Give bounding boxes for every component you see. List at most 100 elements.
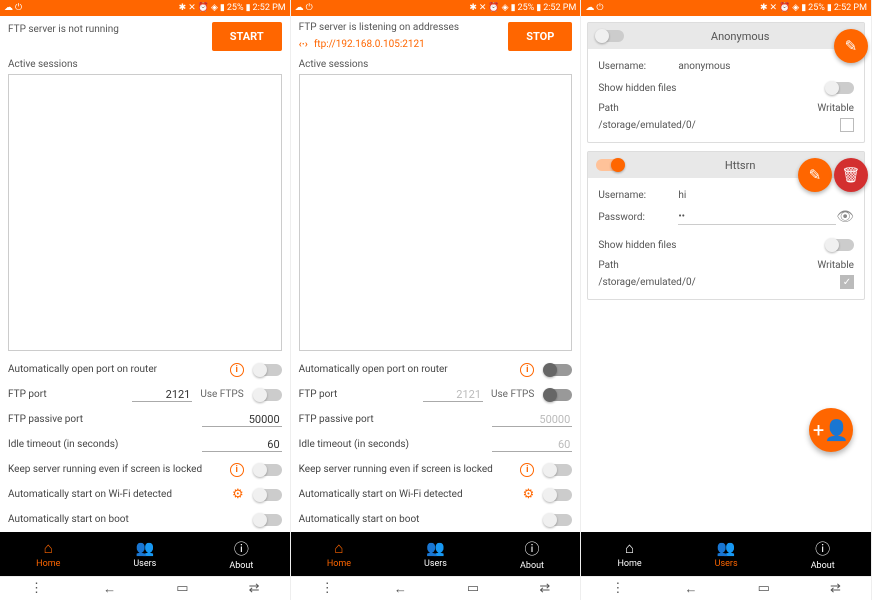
stop-button[interactable]: STOP [508, 22, 572, 51]
clock: 2:52 PM [253, 3, 286, 13]
hidden-files-toggle[interactable] [826, 239, 854, 251]
menu-key[interactable]: ⋮ [30, 581, 43, 596]
hidden-files-toggle[interactable] [826, 82, 854, 94]
auto-boot-toggle[interactable] [254, 514, 282, 526]
home-key[interactable]: ▭ [467, 581, 479, 596]
users-icon: 👥 [717, 539, 736, 557]
auto-boot-label: Automatically start on boot [8, 514, 250, 525]
nav-home[interactable]: ⌂Home [581, 532, 678, 576]
auto-wifi-toggle[interactable] [544, 489, 572, 501]
path-label: Path [598, 260, 618, 271]
users-icon: 👥 [426, 539, 445, 557]
edit-user-button[interactable]: ✎ [798, 158, 832, 192]
nav-users[interactable]: 👥Users [387, 532, 484, 576]
keep-running-toggle[interactable] [544, 464, 572, 476]
gear-icon[interactable]: ⚙ [523, 487, 535, 502]
signal-icon: ▮ [220, 3, 225, 13]
writable-checkbox[interactable]: ✓ [840, 275, 854, 289]
ftp-port-input[interactable]: 2121 [132, 388, 192, 402]
delete-user-button[interactable]: 🗑 [834, 158, 868, 192]
status-bar: ☁⏻ ✱ ✕ ⏰ ◈ ▮ 25% ▮ 2:52 PM [581, 0, 871, 16]
keep-running-toggle[interactable] [254, 464, 282, 476]
auto-wifi-label: Automatically start on Wi-Fi detected [8, 489, 232, 500]
battery-pct: 25% [518, 3, 535, 13]
idle-timeout-label: Idle timeout (in seconds) [299, 439, 493, 450]
password-value[interactable]: •• [678, 209, 836, 225]
mute-icon: ✕ [188, 3, 196, 13]
edit-user-button[interactable]: ✎ [834, 29, 868, 63]
power-icon: ⏻ [596, 3, 603, 13]
path-value: /storage/emulated/0/ [598, 120, 840, 131]
back-key[interactable]: ← [684, 581, 697, 597]
cloud-icon: ☁ [4, 3, 13, 13]
nav-users[interactable]: 👥Users [678, 532, 775, 576]
clock: 2:52 PM [834, 3, 867, 13]
info-icon[interactable]: i [230, 363, 244, 377]
home-key[interactable]: ▭ [176, 581, 188, 596]
recent-key[interactable]: ⇄ [249, 581, 260, 596]
info-icon[interactable]: i [230, 463, 244, 477]
ftps-toggle[interactable] [544, 389, 572, 401]
username-value: hi [678, 190, 854, 201]
bottom-nav: ⌂Home 👥Users ⓘAbout [581, 532, 871, 576]
power-icon: ⏻ [15, 3, 22, 13]
passive-port-input: 50000 [492, 413, 572, 427]
nav-home[interactable]: ⌂Home [291, 532, 388, 576]
keep-running-label: Keep server running even if screen is lo… [8, 464, 230, 475]
nav-about[interactable]: ⓘAbout [484, 532, 581, 576]
username-label: Username: [598, 190, 678, 201]
menu-key[interactable]: ⋮ [321, 581, 334, 596]
pencil-icon: ✎ [845, 37, 858, 55]
clock: 2:52 PM [543, 3, 576, 13]
nav-users[interactable]: 👥Users [97, 532, 194, 576]
battery-icon: ▮ [246, 3, 251, 13]
cloud-icon: ☁ [585, 3, 594, 13]
writable-checkbox[interactable] [840, 118, 854, 132]
server-address-link[interactable]: ‹·› ftp://192.168.0.105:2121 [299, 39, 503, 50]
back-key[interactable]: ← [394, 581, 407, 597]
passive-port-label: FTP passive port [8, 414, 202, 425]
sessions-list [299, 74, 573, 351]
home-key[interactable]: ▭ [758, 581, 770, 596]
active-sessions-label: Active sessions [291, 57, 581, 72]
menu-key[interactable]: ⋮ [611, 581, 624, 596]
recent-key[interactable]: ⇄ [830, 581, 841, 596]
start-button[interactable]: START [212, 22, 282, 51]
eye-icon[interactable]: 👁 [836, 209, 854, 225]
nav-home[interactable]: ⌂Home [0, 532, 97, 576]
about-icon: ⓘ [815, 538, 830, 559]
battery-pct: 25% [808, 3, 825, 13]
bluetooth-icon: ✱ [469, 3, 477, 13]
auto-wifi-toggle[interactable] [254, 489, 282, 501]
status-bar: ☁⏻ ✱ ✕ ⏰ ◈ ▮ 25% ▮ 2:52 PM [0, 0, 290, 16]
auto-boot-toggle[interactable] [544, 514, 572, 526]
info-icon[interactable]: i [520, 463, 534, 477]
server-address: ftp://192.168.0.105:2121 [314, 39, 425, 50]
auto-wifi-label: Automatically start on Wi-Fi detected [299, 489, 523, 500]
user-enable-toggle[interactable] [596, 30, 624, 42]
info-icon[interactable]: i [520, 363, 534, 377]
ftps-toggle[interactable] [254, 389, 282, 401]
ftp-port-label: FTP port [299, 389, 423, 400]
idle-timeout-input[interactable]: 60 [202, 438, 282, 452]
back-key[interactable]: ← [103, 581, 116, 597]
auto-port-label: Automatically open port on router [8, 364, 230, 375]
auto-port-toggle[interactable] [544, 364, 572, 376]
bottom-nav: ⌂Home 👥Users ⓘAbout [0, 532, 290, 576]
user-enable-toggle[interactable] [596, 159, 624, 171]
about-icon: ⓘ [234, 538, 249, 559]
cloud-icon: ☁ [295, 3, 304, 13]
nav-about[interactable]: ⓘAbout [774, 532, 871, 576]
network-icon: ‹·› [299, 39, 308, 50]
passive-port-input[interactable]: 50000 [202, 413, 282, 427]
wifi-icon: ◈ [211, 3, 218, 13]
recent-key[interactable]: ⇄ [539, 581, 550, 596]
users-icon: 👥 [135, 539, 154, 557]
add-user-button[interactable]: +👤 [809, 408, 853, 452]
nav-about[interactable]: ⓘAbout [193, 532, 290, 576]
gear-icon[interactable]: ⚙ [232, 487, 244, 502]
trash-icon: 🗑 [841, 166, 860, 184]
auto-port-toggle[interactable] [254, 364, 282, 376]
mute-icon: ✕ [770, 3, 778, 13]
alarm-icon: ⏰ [488, 3, 499, 13]
